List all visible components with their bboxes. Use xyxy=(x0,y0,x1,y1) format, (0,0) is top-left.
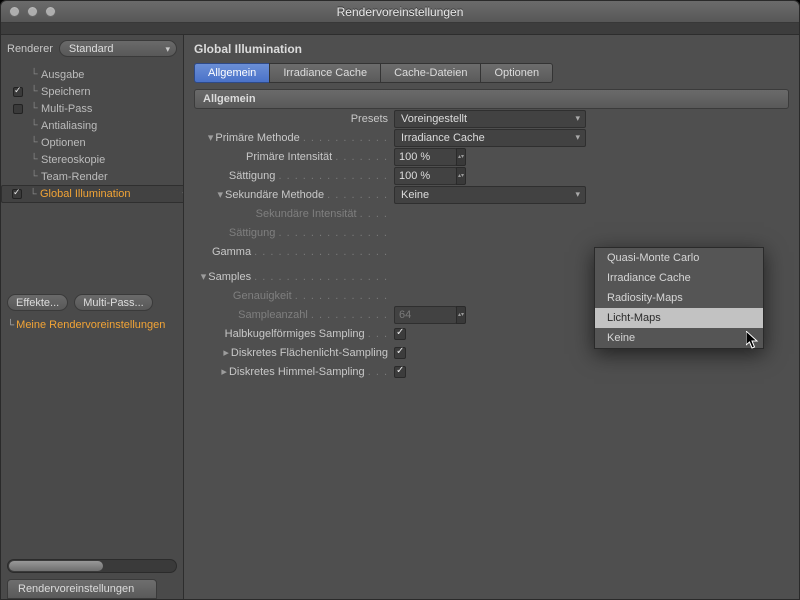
renderer-dropdown[interactable]: Standard xyxy=(59,40,177,57)
checkbox-icon[interactable] xyxy=(13,87,23,97)
hemisphere-checkbox[interactable] xyxy=(394,328,406,340)
disclosure-icon[interactable]: ▸ xyxy=(217,365,227,378)
sidebar-item-global-illumination[interactable]: └Global Illumination xyxy=(1,185,183,203)
section-header: Allgemein xyxy=(194,89,789,109)
popup-option[interactable]: Quasi-Monte Carlo xyxy=(595,248,763,268)
panel-title: Global Illumination xyxy=(184,35,799,60)
sidebar-item-antialiasing[interactable]: └Antialiasing xyxy=(1,117,183,134)
area-sampling-checkbox[interactable] xyxy=(394,347,406,359)
row-primary-saturation: Sättigung . . . . . . . . . . . . . . 10… xyxy=(194,166,799,185)
spinner-icon: ▴▾ xyxy=(456,306,466,324)
renderer-row: Renderer Standard xyxy=(1,35,183,62)
preset-label: Meine Rendervoreinstellungen xyxy=(16,319,165,331)
preset-row[interactable]: └ Meine Rendervoreinstellungen xyxy=(1,315,183,335)
sidebar-item-ausgabe[interactable]: └Ausgabe xyxy=(1,66,183,83)
main-panel: Global Illumination Allgemein Irradiance… xyxy=(184,35,799,599)
tab-bar: Allgemein Irradiance Cache Cache-Dateien… xyxy=(194,63,789,83)
traffic-lights xyxy=(9,6,56,17)
secondary-method-popup: Quasi-Monte Carlo Irradiance Cache Radio… xyxy=(594,247,764,349)
tree-branch-icon: └ xyxy=(7,320,13,331)
secondary-method-dropdown[interactable]: Keine xyxy=(394,186,586,204)
grip-bar[interactable] xyxy=(1,23,799,35)
settings-tree: └Ausgabe └Speichern └Multi-Pass └Antiali… xyxy=(1,62,183,290)
disclosure-icon[interactable]: ▾ xyxy=(213,188,223,201)
popup-option[interactable]: Irradiance Cache xyxy=(595,268,763,288)
primary-intensity-field[interactable]: 100 % xyxy=(394,148,457,166)
row-presets: Presets Voreingestellt xyxy=(194,109,799,128)
tab-cache-dateien[interactable]: Cache-Dateien xyxy=(380,63,481,83)
popup-option[interactable]: Licht-Maps xyxy=(595,308,763,328)
scrollbar-thumb[interactable] xyxy=(9,561,103,571)
spinner-icon[interactable]: ▴▾ xyxy=(456,167,466,185)
tab-optionen[interactable]: Optionen xyxy=(480,63,553,83)
row-sky-sampling: ▸Diskretes Himmel-Sampling . . . xyxy=(194,362,799,381)
effects-button[interactable]: Effekte... xyxy=(7,294,68,311)
row-secondary-method: ▾Sekundäre Methode . . . . . . . . Keine xyxy=(194,185,799,204)
checkbox-icon[interactable] xyxy=(13,104,23,114)
zoom-icon[interactable] xyxy=(45,6,56,17)
sidebar-scrollbar[interactable] xyxy=(7,559,177,573)
presets-dropdown[interactable]: Voreingestellt xyxy=(394,110,586,128)
row-primary-intensity: Primäre Intensität . . . . . . . 100 %▴▾ xyxy=(194,147,799,166)
row-primary-method: ▾Primäre Methode . . . . . . . . . . . I… xyxy=(194,128,799,147)
sidebar-buttons: Effekte... Multi-Pass... xyxy=(1,290,183,315)
window-title: Rendervoreinstellungen xyxy=(1,5,799,19)
row-secondary-intensity: Sekundäre Intensität . . . . xyxy=(194,204,799,223)
sidebar-tab[interactable]: Rendervoreinstellungen xyxy=(7,579,157,599)
body: Renderer Standard └Ausgabe └Speichern └M… xyxy=(1,35,799,599)
sidebar-item-optionen[interactable]: └Optionen xyxy=(1,134,183,151)
samplecount-field: 64 xyxy=(394,306,457,324)
renderer-label: Renderer xyxy=(7,43,53,55)
disclosure-icon[interactable]: ▾ xyxy=(203,131,213,144)
sidebar-item-speichern[interactable]: └Speichern xyxy=(1,83,183,100)
tab-irradiance-cache[interactable]: Irradiance Cache xyxy=(269,63,381,83)
popup-option[interactable]: Radiosity-Maps xyxy=(595,288,763,308)
sky-sampling-checkbox[interactable] xyxy=(394,366,406,378)
sidebar-item-stereoskopie[interactable]: └Stereoskopie xyxy=(1,151,183,168)
row-secondary-saturation: Sättigung . . . . . . . . . . . . . . xyxy=(194,223,799,242)
checkbox-icon[interactable] xyxy=(12,189,22,199)
disclosure-icon[interactable]: ▸ xyxy=(219,346,229,359)
sidebar: Renderer Standard └Ausgabe └Speichern └M… xyxy=(1,35,184,599)
sidebar-item-multipass[interactable]: └Multi-Pass xyxy=(1,100,183,117)
primary-saturation-field[interactable]: 100 % xyxy=(394,167,457,185)
titlebar[interactable]: Rendervoreinstellungen xyxy=(1,1,799,23)
window: Rendervoreinstellungen Renderer Standard… xyxy=(0,0,800,600)
tab-allgemein[interactable]: Allgemein xyxy=(194,63,270,83)
close-icon[interactable] xyxy=(9,6,20,17)
disclosure-icon[interactable]: ▾ xyxy=(196,270,206,283)
popup-option[interactable]: Keine xyxy=(595,328,763,348)
spinner-icon[interactable]: ▴▾ xyxy=(456,148,466,166)
multipass-button[interactable]: Multi-Pass... xyxy=(74,294,153,311)
primary-method-dropdown[interactable]: Irradiance Cache xyxy=(394,129,586,147)
minimize-icon[interactable] xyxy=(27,6,38,17)
sidebar-item-teamrender[interactable]: └Team-Render xyxy=(1,168,183,185)
